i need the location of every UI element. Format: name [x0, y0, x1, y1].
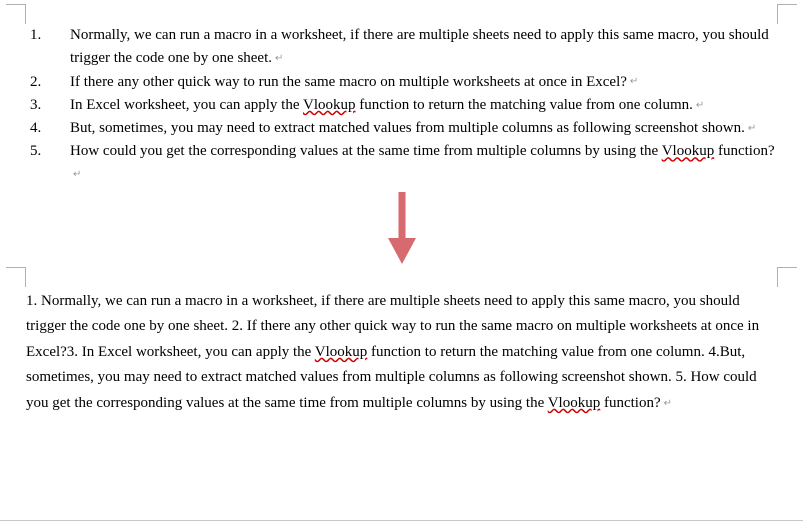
numbered-list-section: 1. Normally, we can run a macro in a wor…	[0, 0, 803, 187]
crop-mark-tl	[6, 4, 26, 24]
list-text: In Excel worksheet, you can apply the Vl…	[70, 94, 777, 117]
list-item: 5. How could you get the corresponding v…	[26, 140, 777, 187]
numbered-list: 1. Normally, we can run a macro in a wor…	[26, 24, 777, 187]
spellcheck-word: Vlookup	[315, 344, 368, 360]
list-number: 3.	[30, 94, 70, 117]
paragraph-section: 1. Normally, we can run a macro in a wor…	[0, 267, 803, 419]
list-item: 2. If there any other quick way to run t…	[26, 71, 777, 94]
crop-mark-tr	[777, 4, 797, 24]
list-text: If there any other quick way to run the …	[70, 71, 777, 94]
spellcheck-word: Vlookup	[548, 395, 601, 411]
list-number: 1.	[30, 24, 70, 71]
paragraph-mark: ↵	[630, 76, 638, 87]
list-text: Normally, we can run a macro in a worksh…	[70, 24, 777, 71]
paragraph-mark: ↵	[748, 123, 756, 134]
list-text: But, sometimes, you may need to extract …	[70, 117, 777, 140]
list-number: 4.	[30, 117, 70, 140]
paragraph-mark: ↵	[275, 53, 283, 64]
bottom-border	[0, 520, 803, 521]
paragraph-mark: ↵	[664, 398, 672, 409]
list-item: 4. But, sometimes, you may need to extra…	[26, 117, 777, 140]
list-item: 1. Normally, we can run a macro in a wor…	[26, 24, 777, 71]
paragraph-mark: ↵	[73, 169, 81, 180]
list-text: How could you get the corresponding valu…	[70, 140, 777, 187]
merged-paragraph: 1. Normally, we can run a macro in a wor…	[26, 287, 777, 419]
crop-mark-tr	[777, 267, 797, 287]
spellcheck-word: Vlookup	[303, 97, 356, 113]
paragraph-mark: ↵	[696, 100, 704, 111]
list-item: 3. In Excel worksheet, you can apply the…	[26, 94, 777, 117]
list-number: 5.	[30, 140, 70, 187]
list-number: 2.	[30, 71, 70, 94]
down-arrow-icon	[382, 188, 422, 266]
spellcheck-word: Vlookup	[662, 143, 715, 159]
crop-mark-tl	[6, 267, 26, 287]
arrow-zone	[0, 187, 803, 267]
